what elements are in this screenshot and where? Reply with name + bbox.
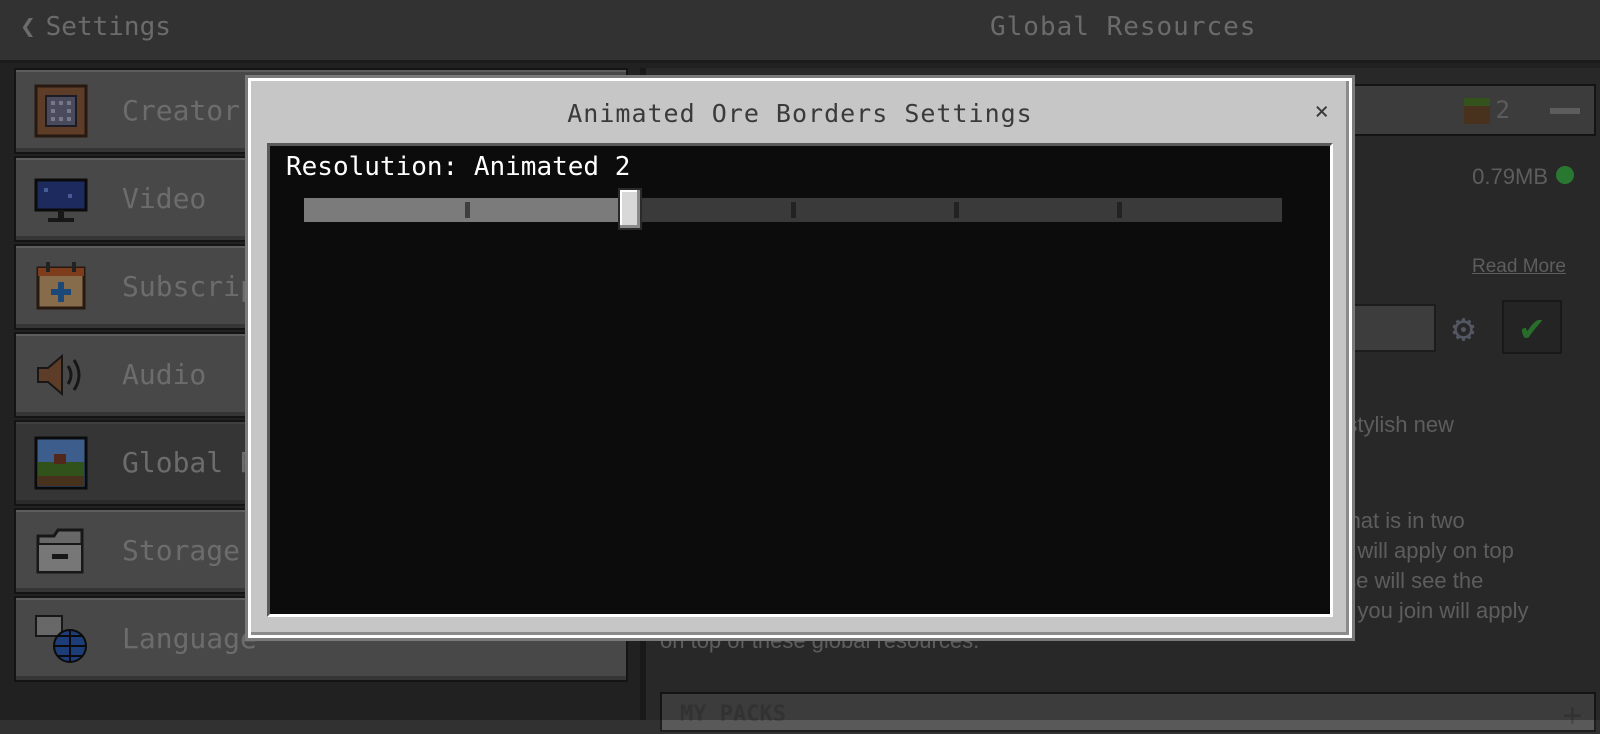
dialog-content: Resolution: Animated 2 [267, 143, 1333, 617]
resolution-label: Resolution: Animated 2 [286, 152, 631, 182]
close-icon[interactable]: × [1315, 97, 1329, 125]
slider-tick [465, 202, 470, 218]
pack-settings-dialog: Animated Ore Borders Settings × Resoluti… [248, 78, 1352, 638]
dialog-title: Animated Ore Borders Settings [567, 99, 1033, 128]
slider-thumb[interactable] [618, 188, 642, 230]
slider-tick [954, 202, 959, 218]
slider-tick [1117, 202, 1122, 218]
resolution-slider[interactable] [304, 188, 1282, 230]
slider-tick [791, 202, 796, 218]
